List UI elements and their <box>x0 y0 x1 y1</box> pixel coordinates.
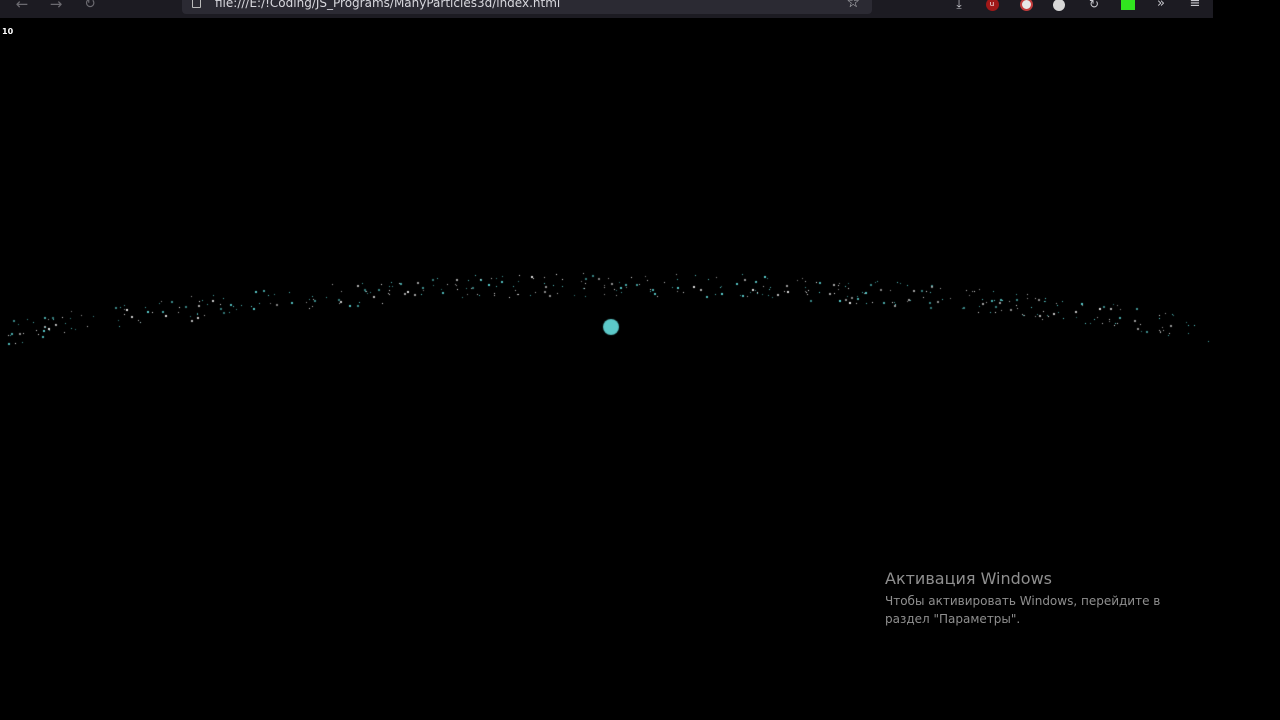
sync-glyph: ↻ <box>1088 0 1100 11</box>
bookmark-star-icon[interactable]: ☆ <box>847 0 860 10</box>
arrow-right-icon: → <box>49 0 63 13</box>
extension-badge <box>1019 0 1033 11</box>
reload-button[interactable]: ↻ <box>79 0 101 12</box>
hamburger-menu-icon[interactable]: ≡ <box>1186 0 1204 13</box>
back-button[interactable]: ← <box>11 0 33 12</box>
browser-toolbar: ← → ↻ file:///E:/!Coding/JS_Programs/Man… <box>0 0 1213 18</box>
page-icon <box>192 0 201 8</box>
ublock-badge: u <box>985 0 999 11</box>
download-icon[interactable]: ⤓ <box>950 0 968 13</box>
green-extension-icon[interactable] <box>1119 0 1137 13</box>
toolbar-edge <box>1213 0 1280 18</box>
menu-glyph: ≡ <box>1189 0 1201 11</box>
overflow-glyph: » <box>1157 0 1165 11</box>
extension-icon[interactable] <box>1017 0 1035 13</box>
particle-canvas[interactable] <box>0 18 1280 720</box>
address-bar[interactable]: file:///E:/!Coding/JS_Programs/ManyParti… <box>182 0 872 14</box>
ublock-extension-icon[interactable]: u <box>983 0 1001 13</box>
green-extension-badge <box>1121 0 1135 10</box>
forward-button[interactable]: → <box>45 0 67 12</box>
sync-icon[interactable]: ↻ <box>1085 0 1103 13</box>
arrow-left-icon: ← <box>15 0 29 13</box>
globe-extension-icon[interactable] <box>1050 0 1068 13</box>
fps-counter: 10 <box>2 27 14 36</box>
overflow-menu-icon[interactable]: » <box>1152 0 1170 13</box>
globe-badge <box>1053 0 1065 11</box>
download-glyph: ⤓ <box>956 0 962 11</box>
url-text[interactable]: file:///E:/!Coding/JS_Programs/ManyParti… <box>215 0 560 9</box>
reload-icon: ↻ <box>84 0 96 12</box>
